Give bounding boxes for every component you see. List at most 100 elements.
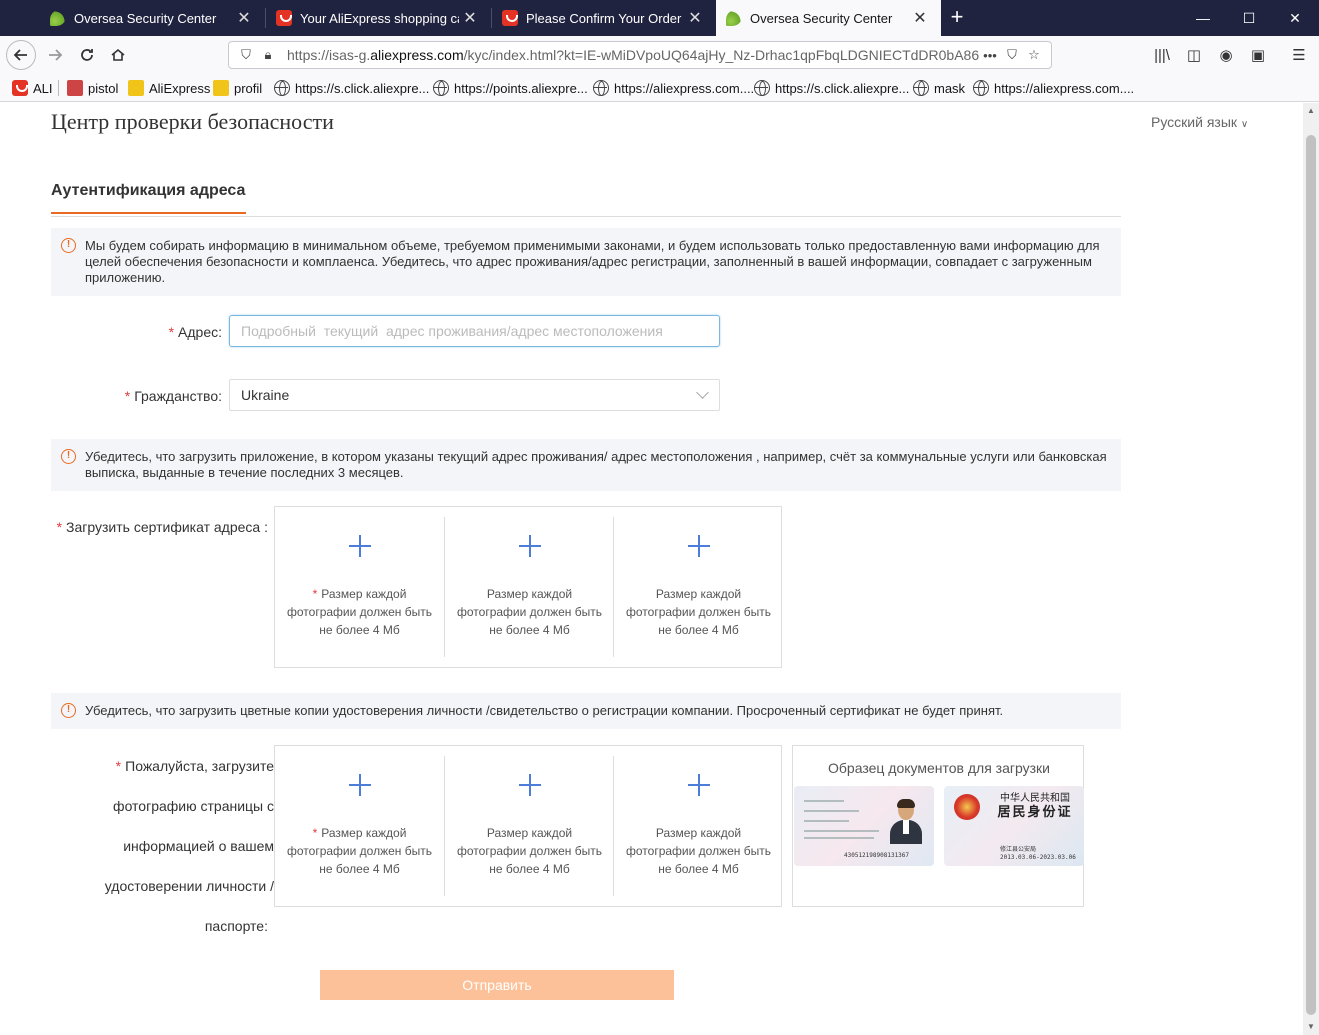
id-copy-notice: ! Убедитесь, что загрузить цветные копии… — [51, 693, 1121, 729]
required-asterisk: * — [56, 519, 63, 535]
bookmark-ali[interactable]: ALI — [12, 79, 53, 97]
tab-title: Oversea Security Center — [74, 10, 217, 26]
scrollbar-thumb[interactable] — [1306, 135, 1316, 1015]
required-asterisk: * — [312, 826, 318, 840]
tab-confirm-order[interactable]: Please Confirm Your Order - Ali ✕ — [492, 0, 716, 36]
plus-icon — [349, 535, 371, 557]
plus-icon — [688, 535, 710, 557]
pocket-icon[interactable]: ⛉ — [1001, 47, 1023, 63]
upload-hint: Размер каждой фотографии должен быть не … — [626, 587, 771, 637]
tab-aliexpress-cart[interactable]: Your AliExpress shopping cart - ✕ — [266, 0, 491, 36]
plus-icon — [688, 774, 710, 796]
id-upload-label-line-4: удостоверении личности / — [104, 878, 274, 894]
tab-oversea-security-1[interactable]: Oversea Security Center ✕ — [40, 0, 265, 36]
upload-slot-1[interactable]: * Размер каждой фотографии должен быть не… — [275, 756, 444, 896]
warning-icon: ! — [61, 449, 76, 464]
bookmark-star-icon[interactable]: ☆ — [1023, 47, 1045, 63]
close-tab-icon[interactable]: ✕ — [459, 8, 481, 28]
arrow-left-icon — [13, 49, 27, 61]
notice-text: Мы будем собирать информацию в минимальн… — [85, 238, 1100, 285]
lock-icon[interactable]: 🔒︎ — [257, 47, 279, 63]
url-bar[interactable]: ⛉ 🔒︎ https://isas-g.aliexpress.com/kyc/i… — [228, 41, 1052, 69]
bookmark-label: https://aliexpress.com.... — [994, 80, 1135, 96]
notice-text: Убедитесь, что загрузить приложение, в к… — [85, 449, 1107, 480]
upload-slot-3[interactable]: Размер каждой фотографии должен быть не … — [613, 756, 782, 896]
upload-slot-2[interactable]: Размер каждой фотографии должен быть не … — [444, 517, 613, 657]
id-upload-label-line-3: информацией о вашем — [123, 838, 274, 854]
submit-button[interactable]: Отправить — [320, 970, 674, 1000]
upload-slot-2[interactable]: Размер каждой фотографии должен быть не … — [444, 756, 613, 896]
bookmark-separator — [58, 80, 59, 96]
upload-hint: Размер каждой фотографии должен быть не … — [457, 587, 602, 637]
close-tab-icon[interactable]: ✕ — [684, 8, 706, 28]
bookmark-points[interactable]: https://points.aliexpre... — [433, 79, 588, 97]
address-input[interactable] — [229, 315, 720, 347]
scroll-down-icon[interactable]: ▼ — [1303, 1019, 1319, 1035]
required-asterisk: * — [115, 758, 122, 774]
language-label: Русский язык — [1151, 114, 1238, 130]
id-upload-label-line-1: * Пожалуйста, загрузите — [116, 758, 274, 774]
label-text: Пожалуйста, загрузите — [125, 758, 274, 774]
menu-icon[interactable]: ☰ — [1288, 44, 1310, 66]
bookmark-sclick-2[interactable]: https://s.click.aliexpre... — [754, 79, 909, 97]
tab-oversea-security-active[interactable]: Oversea Security Center ✕ — [716, 0, 941, 36]
leaf-favicon-icon — [726, 10, 742, 26]
more-actions-icon[interactable]: ••• — [979, 48, 1001, 63]
upload-slot-3[interactable]: Размер каждой фотографии должен быть не … — [613, 517, 782, 657]
card-validity: 2013.03.06-2023.03.06 — [1000, 854, 1076, 861]
bookmark-label: https://s.click.aliexpre... — [775, 80, 910, 96]
page-scrollbar[interactable]: ▲ ▼ — [1303, 103, 1319, 1035]
upload-slot-1[interactable]: * Размер каждой фотографии должен быть не… — [275, 517, 444, 657]
citizenship-value: Ukraine — [241, 387, 290, 403]
bookmarks-toolbar: ALI pistol AliExpress profil https://s.c… — [0, 74, 1319, 102]
reload-button[interactable] — [72, 40, 102, 70]
bookmark-mask[interactable]: mask — [913, 79, 965, 97]
extension-icon[interactable]: ▣ — [1247, 44, 1269, 66]
back-button[interactable] — [6, 40, 36, 70]
close-tab-icon[interactable]: ✕ — [909, 8, 931, 28]
maximize-button[interactable]: ☐ — [1226, 0, 1272, 36]
section-underline — [51, 212, 246, 214]
tab-title: Please Confirm Your Order - Ali — [526, 10, 684, 26]
chevron-down-icon: ∨ — [1240, 119, 1249, 130]
close-tab-icon[interactable]: ✕ — [233, 8, 255, 28]
forward-button[interactable] — [40, 40, 70, 70]
card-line — [804, 800, 844, 802]
sample-id-front-image: 430512198908131367 — [794, 786, 934, 866]
library-icon[interactable]: |||\ — [1151, 44, 1173, 66]
language-selector[interactable]: Русский язык ∨ — [1151, 114, 1248, 130]
home-button[interactable] — [103, 40, 133, 70]
bookmark-aliexpress-com-1[interactable]: https://aliexpress.com.... — [593, 79, 754, 97]
aliexpress-favicon-icon — [12, 80, 28, 96]
minimize-button[interactable]: — — [1180, 0, 1226, 36]
sidebar-icon[interactable]: ◫ — [1183, 44, 1205, 66]
tab-title: Oversea Security Center — [750, 10, 893, 26]
bookmark-pistol[interactable]: pistol — [67, 79, 118, 97]
shield-icon[interactable]: ⛉ — [235, 47, 257, 63]
plus-icon — [519, 535, 541, 557]
plus-icon — [349, 774, 371, 796]
required-asterisk: * — [168, 324, 175, 340]
id-upload-label-line-2: фотографию страницы с — [113, 798, 274, 814]
section-title: Аутентификация адреса — [51, 182, 246, 199]
sample-documents: Образец документов для загрузки 43051219… — [792, 745, 1084, 907]
bookmark-profil[interactable]: profil — [213, 79, 262, 97]
hint-text: Размер каждой фотографии должен быть не … — [287, 826, 432, 876]
close-window-button[interactable]: ✕ — [1272, 0, 1318, 36]
portrait-hair — [897, 799, 915, 808]
home-icon — [111, 48, 125, 61]
bookmark-aliexpress-com-2[interactable]: https://aliexpress.com.... — [973, 79, 1134, 97]
scroll-up-icon[interactable]: ▲ — [1303, 103, 1319, 119]
bookmark-aliexpress[interactable]: AliExpress — [128, 79, 210, 97]
label-text: Адрес: — [178, 324, 222, 340]
required-asterisk: * — [312, 587, 318, 601]
bookmark-sclick-1[interactable]: https://s.click.aliexpre... — [274, 79, 429, 97]
new-tab-button[interactable]: + — [944, 4, 970, 32]
portrait-shirt — [903, 820, 909, 834]
account-icon[interactable]: ◉ — [1215, 44, 1237, 66]
bookmark-label: ALI — [33, 80, 53, 96]
url-text[interactable]: https://isas-g.aliexpress.com/kyc/index.… — [279, 47, 979, 63]
citizenship-select[interactable]: Ukraine — [229, 379, 720, 411]
bookmark-label: https://aliexpress.com.... — [614, 80, 755, 96]
card-issuer: 修江县公安局 — [1000, 846, 1037, 853]
